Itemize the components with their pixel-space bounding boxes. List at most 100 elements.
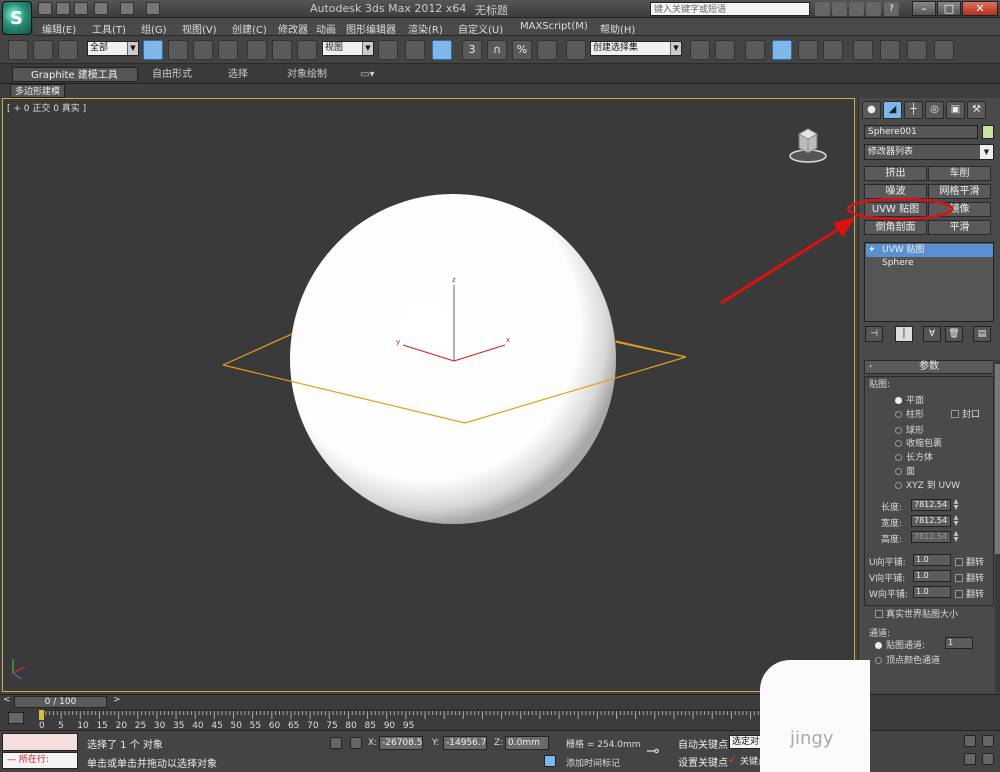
- tab-selection[interactable]: 选择: [218, 67, 258, 82]
- menu-customize[interactable]: 自定义(U): [458, 21, 503, 36]
- maximize-viewport-icon[interactable]: [982, 753, 994, 765]
- make-unique-icon[interactable]: ∀: [923, 326, 941, 342]
- menu-animation[interactable]: 动画: [316, 21, 336, 36]
- undo-icon[interactable]: [94, 2, 108, 15]
- menu-graph-editors[interactable]: 图形编辑器: [346, 21, 396, 36]
- radio-shrink-wrap[interactable]: 收缩包裹: [895, 436, 942, 449]
- minimize-button[interactable]: –: [912, 1, 936, 16]
- pivot-center-icon[interactable]: [378, 40, 398, 60]
- bulb-icon[interactable]: ✦: [868, 244, 876, 257]
- utilities-tab-icon[interactable]: ⚒: [967, 101, 986, 119]
- select-by-name-icon[interactable]: [168, 40, 188, 60]
- lock-selection-icon[interactable]: [330, 737, 342, 749]
- display-tab-icon[interactable]: ▣: [946, 101, 965, 119]
- curve-editor-icon[interactable]: [798, 40, 818, 60]
- remove-modifier-icon[interactable]: 🗑: [945, 326, 963, 342]
- radio-face[interactable]: 面: [895, 464, 915, 477]
- spinner-snap-icon[interactable]: [537, 40, 557, 60]
- window-crossing-icon[interactable]: [218, 40, 238, 60]
- new-file-icon[interactable]: [38, 2, 52, 15]
- create-tab-icon[interactable]: ●: [862, 101, 881, 119]
- mirror-icon[interactable]: [690, 40, 710, 60]
- select-link-icon[interactable]: [8, 40, 28, 60]
- pan-icon[interactable]: [964, 753, 976, 765]
- move-icon[interactable]: [247, 40, 267, 60]
- radio-cylindrical[interactable]: 柱形: [895, 407, 924, 420]
- rectangular-selection-icon[interactable]: [193, 40, 213, 60]
- quick-access-dropdown-icon[interactable]: [146, 2, 160, 15]
- time-slider-handle[interactable]: 0 / 100: [14, 696, 107, 708]
- rendered-frame-icon[interactable]: [907, 40, 927, 60]
- stack-item-sphere[interactable]: Sphere: [866, 257, 993, 270]
- modifier-stack[interactable]: ✦ UVW 贴图 Sphere: [864, 242, 994, 322]
- time-next-icon[interactable]: >: [113, 695, 121, 705]
- parameters-rollout-header[interactable]: - 参数: [864, 360, 994, 374]
- ribbon-options-icon[interactable]: ▭▾: [356, 67, 384, 82]
- schematic-view-icon[interactable]: [823, 40, 843, 60]
- tab-object-paint[interactable]: 对象绘制: [277, 67, 337, 82]
- y-coordinate-input[interactable]: -14956.79: [443, 736, 487, 750]
- bind-spacewarp-icon[interactable]: [58, 40, 78, 60]
- object-name-field[interactable]: Sphere001: [864, 125, 978, 139]
- extrude-button[interactable]: 挤出: [864, 166, 927, 181]
- map-channel-input[interactable]: 1: [945, 637, 973, 649]
- radio-box[interactable]: 长方体: [895, 450, 933, 463]
- redo-icon[interactable]: [120, 2, 134, 15]
- command-panel-scrollbar[interactable]: [995, 360, 1000, 692]
- z-coordinate-input[interactable]: 0.0mm: [505, 736, 549, 750]
- height-input[interactable]: 7812.54: [911, 531, 951, 543]
- menu-rendering[interactable]: 渲染(R): [408, 21, 443, 36]
- scale-icon[interactable]: [297, 40, 317, 60]
- add-time-tag-icon[interactable]: [544, 755, 556, 767]
- zoom-icon[interactable]: [964, 735, 976, 747]
- radio-planar[interactable]: 平面: [895, 393, 924, 406]
- width-spinner-icon[interactable]: ▲ ▼: [952, 515, 960, 527]
- percent-snap-icon[interactable]: %: [512, 40, 532, 60]
- polygon-modeling-label[interactable]: 多边形建模: [10, 84, 66, 98]
- restore-button[interactable]: □: [937, 1, 961, 16]
- v-tile-input[interactable]: 1.0: [913, 570, 951, 582]
- edit-named-selection-icon[interactable]: [566, 40, 586, 60]
- lathe-button[interactable]: 车削: [928, 166, 991, 181]
- favorites-icon[interactable]: [866, 2, 881, 16]
- render-setup-icon[interactable]: [880, 40, 900, 60]
- set-key-button[interactable]: 设置关键点: [678, 754, 728, 769]
- tab-graphite[interactable]: Graphite 建模工具: [12, 67, 138, 82]
- unlink-icon[interactable]: [33, 40, 53, 60]
- named-selection-dropdown[interactable]: 创建选择集 ▼: [590, 41, 682, 56]
- x-coordinate-input[interactable]: -26708.53: [379, 736, 423, 750]
- radio-map-channel[interactable]: 贴图通道:: [875, 638, 925, 651]
- cap-checkbox[interactable]: 封口: [951, 407, 980, 420]
- hierarchy-tab-icon[interactable]: ┼: [904, 101, 923, 119]
- v-flip-checkbox[interactable]: 翻转: [955, 571, 984, 584]
- w-tile-input[interactable]: 1.0: [913, 586, 951, 598]
- save-icon[interactable]: [74, 2, 88, 15]
- viewport[interactable]: [ + 0 正交 0 真实 ] z x y: [2, 98, 855, 692]
- graphite-toggle-icon[interactable]: [772, 40, 792, 60]
- menu-maxscript[interactable]: MAXScript(M): [520, 21, 588, 32]
- menu-edit[interactable]: 编辑(E): [42, 21, 76, 36]
- select-object-icon[interactable]: [143, 40, 163, 60]
- menu-tools[interactable]: 工具(T): [92, 21, 126, 36]
- communication-icon[interactable]: [849, 2, 864, 16]
- menu-views[interactable]: 视图(V): [182, 21, 217, 36]
- pin-stack-icon[interactable]: ⊣: [865, 326, 883, 342]
- width-input[interactable]: 7812.54: [911, 515, 951, 527]
- app-logo[interactable]: S: [2, 1, 32, 35]
- snaps-toggle-icon[interactable]: 3: [462, 40, 482, 60]
- menu-create[interactable]: 创建(C): [232, 21, 267, 36]
- u-tile-input[interactable]: 1.0: [913, 554, 951, 566]
- absolute-mode-icon[interactable]: [350, 737, 362, 749]
- menu-modifiers[interactable]: 修改器: [278, 21, 308, 36]
- time-prev-icon[interactable]: <: [3, 695, 11, 705]
- subscription-icon[interactable]: [832, 2, 847, 16]
- motion-tab-icon[interactable]: ◎: [925, 101, 944, 119]
- w-flip-checkbox[interactable]: 翻转: [955, 587, 984, 600]
- object-color-swatch[interactable]: [982, 125, 994, 139]
- menu-group[interactable]: 组(G): [141, 21, 167, 36]
- smooth-button[interactable]: 平滑: [928, 220, 991, 235]
- length-input[interactable]: 7812.54: [911, 499, 951, 511]
- modify-tab-icon[interactable]: ◢: [883, 101, 902, 119]
- reference-coordinate-dropdown[interactable]: 视图 ▼: [322, 41, 374, 56]
- radio-xyz-to-uvw[interactable]: XYZ 到 UVW: [895, 478, 960, 491]
